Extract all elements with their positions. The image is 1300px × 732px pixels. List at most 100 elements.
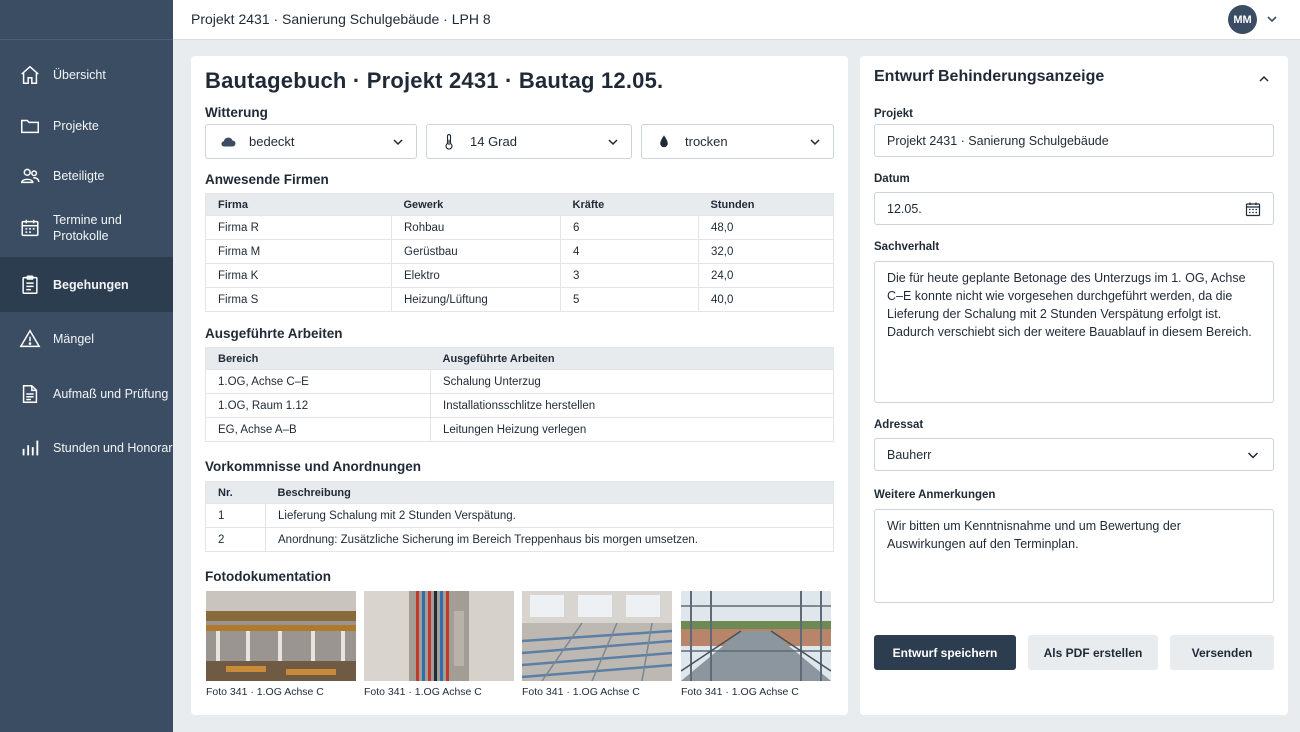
- cell: 4: [560, 239, 699, 264]
- table-row[interactable]: 2 Anordnung: Zusätzliche Sicherung im Ber…: [205, 527, 834, 552]
- weather-temperature-select[interactable]: 14 Grad: [426, 124, 632, 159]
- sidebar-item-label: Beteiligte: [53, 169, 105, 183]
- avatar[interactable]: MM: [1228, 5, 1257, 34]
- table-row[interactable]: Firma R Rohbau 6 48,0: [205, 215, 834, 240]
- date-field[interactable]: 12.05.: [874, 192, 1274, 225]
- chevron-down-icon: [606, 135, 620, 149]
- column-header: Kräfte: [560, 193, 699, 216]
- users-icon: [19, 165, 41, 187]
- section-heading-works: Ausgeführte Arbeiten: [205, 326, 343, 341]
- cell: Firma M: [205, 239, 392, 264]
- project-value: Projekt 2431 · Sanierung Schulgebäude: [887, 133, 1109, 148]
- table-row[interactable]: 1.OG, Raum 1.12 Installationsschlitze her…: [205, 393, 834, 418]
- cell: 1.OG, Raum 1.12: [205, 393, 431, 418]
- photo-tile[interactable]: Foto 341 · 1.OG Achse C: [364, 591, 514, 698]
- section-heading-companies: Anwesende Firmen: [205, 172, 329, 187]
- save-draft-button[interactable]: Entwurf speichern: [874, 635, 1016, 670]
- cell: Leitungen Heizung verlegen: [430, 417, 834, 442]
- table-row[interactable]: EG, Achse A–B Leitungen Heizung verlegen: [205, 417, 834, 442]
- chevron-down-icon[interactable]: [1265, 12, 1279, 26]
- notes-textarea[interactable]: Wir bitten um Kenntnisnahme und um Bewer…: [874, 509, 1274, 603]
- table-row[interactable]: Firma S Heizung/Lüftung 5 40,0: [205, 287, 834, 312]
- facts-label: Sachverhalt: [874, 241, 940, 253]
- table-row[interactable]: 1.OG, Achse C–E Schalung Unterzug: [205, 369, 834, 394]
- recipient-label: Adressat: [874, 419, 924, 431]
- table-row[interactable]: 1 Lieferung Schalung mit 2 Stunden Verspä…: [205, 503, 834, 528]
- facts-textarea[interactable]: Die für heute geplante Betonage des Unte…: [874, 261, 1274, 403]
- thermometer-icon: [440, 133, 458, 151]
- cell: Firma K: [205, 263, 392, 288]
- sidebar-item-maengel[interactable]: Mängel: [0, 322, 173, 356]
- sidebar-item-label: Termine und Protokolle: [53, 213, 122, 243]
- photo-floor-pipes[interactable]: [522, 591, 672, 681]
- bar-chart-icon: [19, 437, 41, 459]
- send-button[interactable]: Versenden: [1170, 635, 1274, 670]
- column-header: Bereich: [205, 347, 431, 370]
- calendar-icon: [19, 217, 41, 239]
- cell: 1.OG, Achse C–E: [205, 369, 431, 394]
- warning-icon: [19, 328, 41, 350]
- sidebar-item-stunden[interactable]: Stunden und Honorar: [0, 431, 173, 465]
- weather-humidity-value: trocken: [685, 134, 728, 149]
- chevron-down-icon: [808, 135, 822, 149]
- cell: 6: [560, 215, 699, 240]
- cell: 48,0: [698, 215, 834, 240]
- cell: 5: [560, 287, 699, 312]
- chevron-down-icon: [1245, 447, 1261, 463]
- daily-log-panel: Bautagebuch · Projekt 2431 · Bautag 12.0…: [191, 56, 848, 715]
- photo-caption: Foto 341 · 1.OG Achse C: [681, 686, 799, 698]
- events-table: Nr. Beschreibung 1 Lieferung Schalung mit…: [205, 481, 834, 552]
- works-table: Bereich Ausgeführte Arbeiten 1.OG, Achse…: [205, 347, 834, 442]
- photo-tile[interactable]: Foto 341 · 1.OG Achse C: [522, 591, 672, 698]
- section-heading-events: Vorkommnisse und Anordnungen: [205, 459, 422, 474]
- create-pdf-button[interactable]: Als PDF erstellen: [1028, 635, 1158, 670]
- project-label: Projekt: [874, 108, 913, 120]
- page-title: Bautagebuch · Projekt 2431 · Bautag 12.0…: [205, 68, 664, 93]
- photo-scaffold[interactable]: [681, 591, 831, 681]
- sidebar-item-termine[interactable]: Termine und Protokolle: [0, 208, 173, 248]
- date-label: Datum: [874, 173, 910, 185]
- table-header-row: Firma Gewerk Kräfte Stunden: [205, 193, 834, 216]
- recipient-value: Bauherr: [887, 447, 932, 462]
- sidebar-header: [0, 0, 173, 40]
- weather-temperature-value: 14 Grad: [470, 134, 517, 149]
- date-value: 12.05.: [887, 201, 922, 216]
- sidebar-item-begehungen[interactable]: Begehungen: [0, 257, 173, 312]
- photo-tile[interactable]: Foto 341 · 1.OG Achse C: [681, 591, 831, 698]
- cell: 3: [560, 263, 699, 288]
- weather-sky-select[interactable]: bedeckt: [205, 124, 417, 159]
- photo-tile[interactable]: Foto 341 · 1.OG Achse C: [206, 591, 356, 698]
- chevron-down-icon: [391, 135, 405, 149]
- sidebar-item-uebersicht[interactable]: Übersicht: [0, 58, 173, 92]
- document-icon: [19, 383, 41, 405]
- table-header-row: Nr. Beschreibung: [205, 481, 834, 504]
- calendar-icon[interactable]: [1245, 201, 1261, 217]
- sidebar-item-projekte[interactable]: Projekte: [0, 109, 173, 143]
- sidebar-item-aufmass[interactable]: Aufmaß und Prüfung: [0, 377, 173, 411]
- clipboard-icon: [19, 274, 41, 296]
- table-row[interactable]: Firma M Gerüstbau 4 32,0: [205, 239, 834, 264]
- cell: Firma S: [205, 287, 392, 312]
- sidebar-item-label: Aufmaß und Prüfung: [53, 387, 169, 401]
- section-heading-weather: Witterung: [205, 105, 268, 120]
- sidebar-item-label: Stunden und Honorar: [53, 441, 173, 455]
- home-icon: [19, 64, 41, 86]
- sidebar: Übersicht Projekte Beteiligte Termine un…: [0, 0, 173, 732]
- table-row[interactable]: Firma K Elektro 3 24,0: [205, 263, 834, 288]
- column-header: Beschreibung: [265, 481, 834, 504]
- chevron-up-icon[interactable]: [1257, 72, 1271, 86]
- recipient-select[interactable]: Bauherr: [874, 438, 1274, 471]
- photo-formwork[interactable]: [206, 591, 356, 681]
- column-header: Nr.: [205, 481, 266, 504]
- cell: Lieferung Schalung mit 2 Stunden Verspät…: [265, 503, 834, 528]
- notes-label: Weitere Anmerkungen: [874, 489, 996, 501]
- photo-wall-slots[interactable]: [364, 591, 514, 681]
- section-heading-photos: Fotodokumentation: [205, 569, 331, 584]
- weather-humidity-select[interactable]: trocken: [641, 124, 834, 159]
- cell: 2: [205, 527, 266, 552]
- cell: Gerüstbau: [391, 239, 561, 264]
- project-field[interactable]: Projekt 2431 · Sanierung Schulgebäude: [874, 124, 1274, 157]
- column-header: Gewerk: [391, 193, 561, 216]
- cell: Schalung Unterzug: [430, 369, 834, 394]
- sidebar-item-beteiligte[interactable]: Beteiligte: [0, 159, 173, 193]
